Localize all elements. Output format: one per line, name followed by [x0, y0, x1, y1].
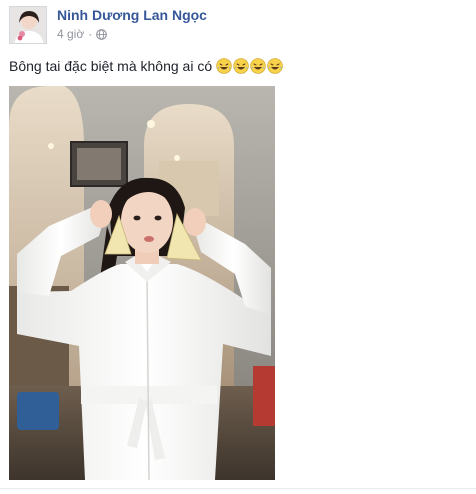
meta-separator: · [88, 27, 93, 41]
avatar[interactable] [9, 6, 47, 44]
laughing-tears-emoji-icon [267, 58, 283, 74]
post-divider [0, 488, 476, 489]
post-photo[interactable] [9, 86, 275, 480]
avatar-image [10, 7, 46, 43]
laughing-tears-emoji-icon [216, 58, 232, 74]
post-timestamp[interactable]: 4 giờ [57, 27, 84, 41]
author-name-link[interactable]: Ninh Dương Lan Ngọc [57, 7, 207, 23]
caption-text: Bông tai đặc biệt mà không ai có [9, 58, 213, 74]
facebook-post: Ninh Dương Lan Ngọc 4 giờ · Bông tai đặc… [0, 0, 476, 494]
post-meta: 4 giờ · [57, 27, 108, 41]
laughing-tears-emoji-icon [233, 58, 249, 74]
caption-emojis [216, 58, 283, 74]
photo-illustration [9, 86, 275, 480]
globe-icon[interactable] [96, 28, 108, 40]
laughing-tears-emoji-icon [250, 58, 266, 74]
post-caption: Bông tai đặc biệt mà không ai có [9, 58, 283, 74]
